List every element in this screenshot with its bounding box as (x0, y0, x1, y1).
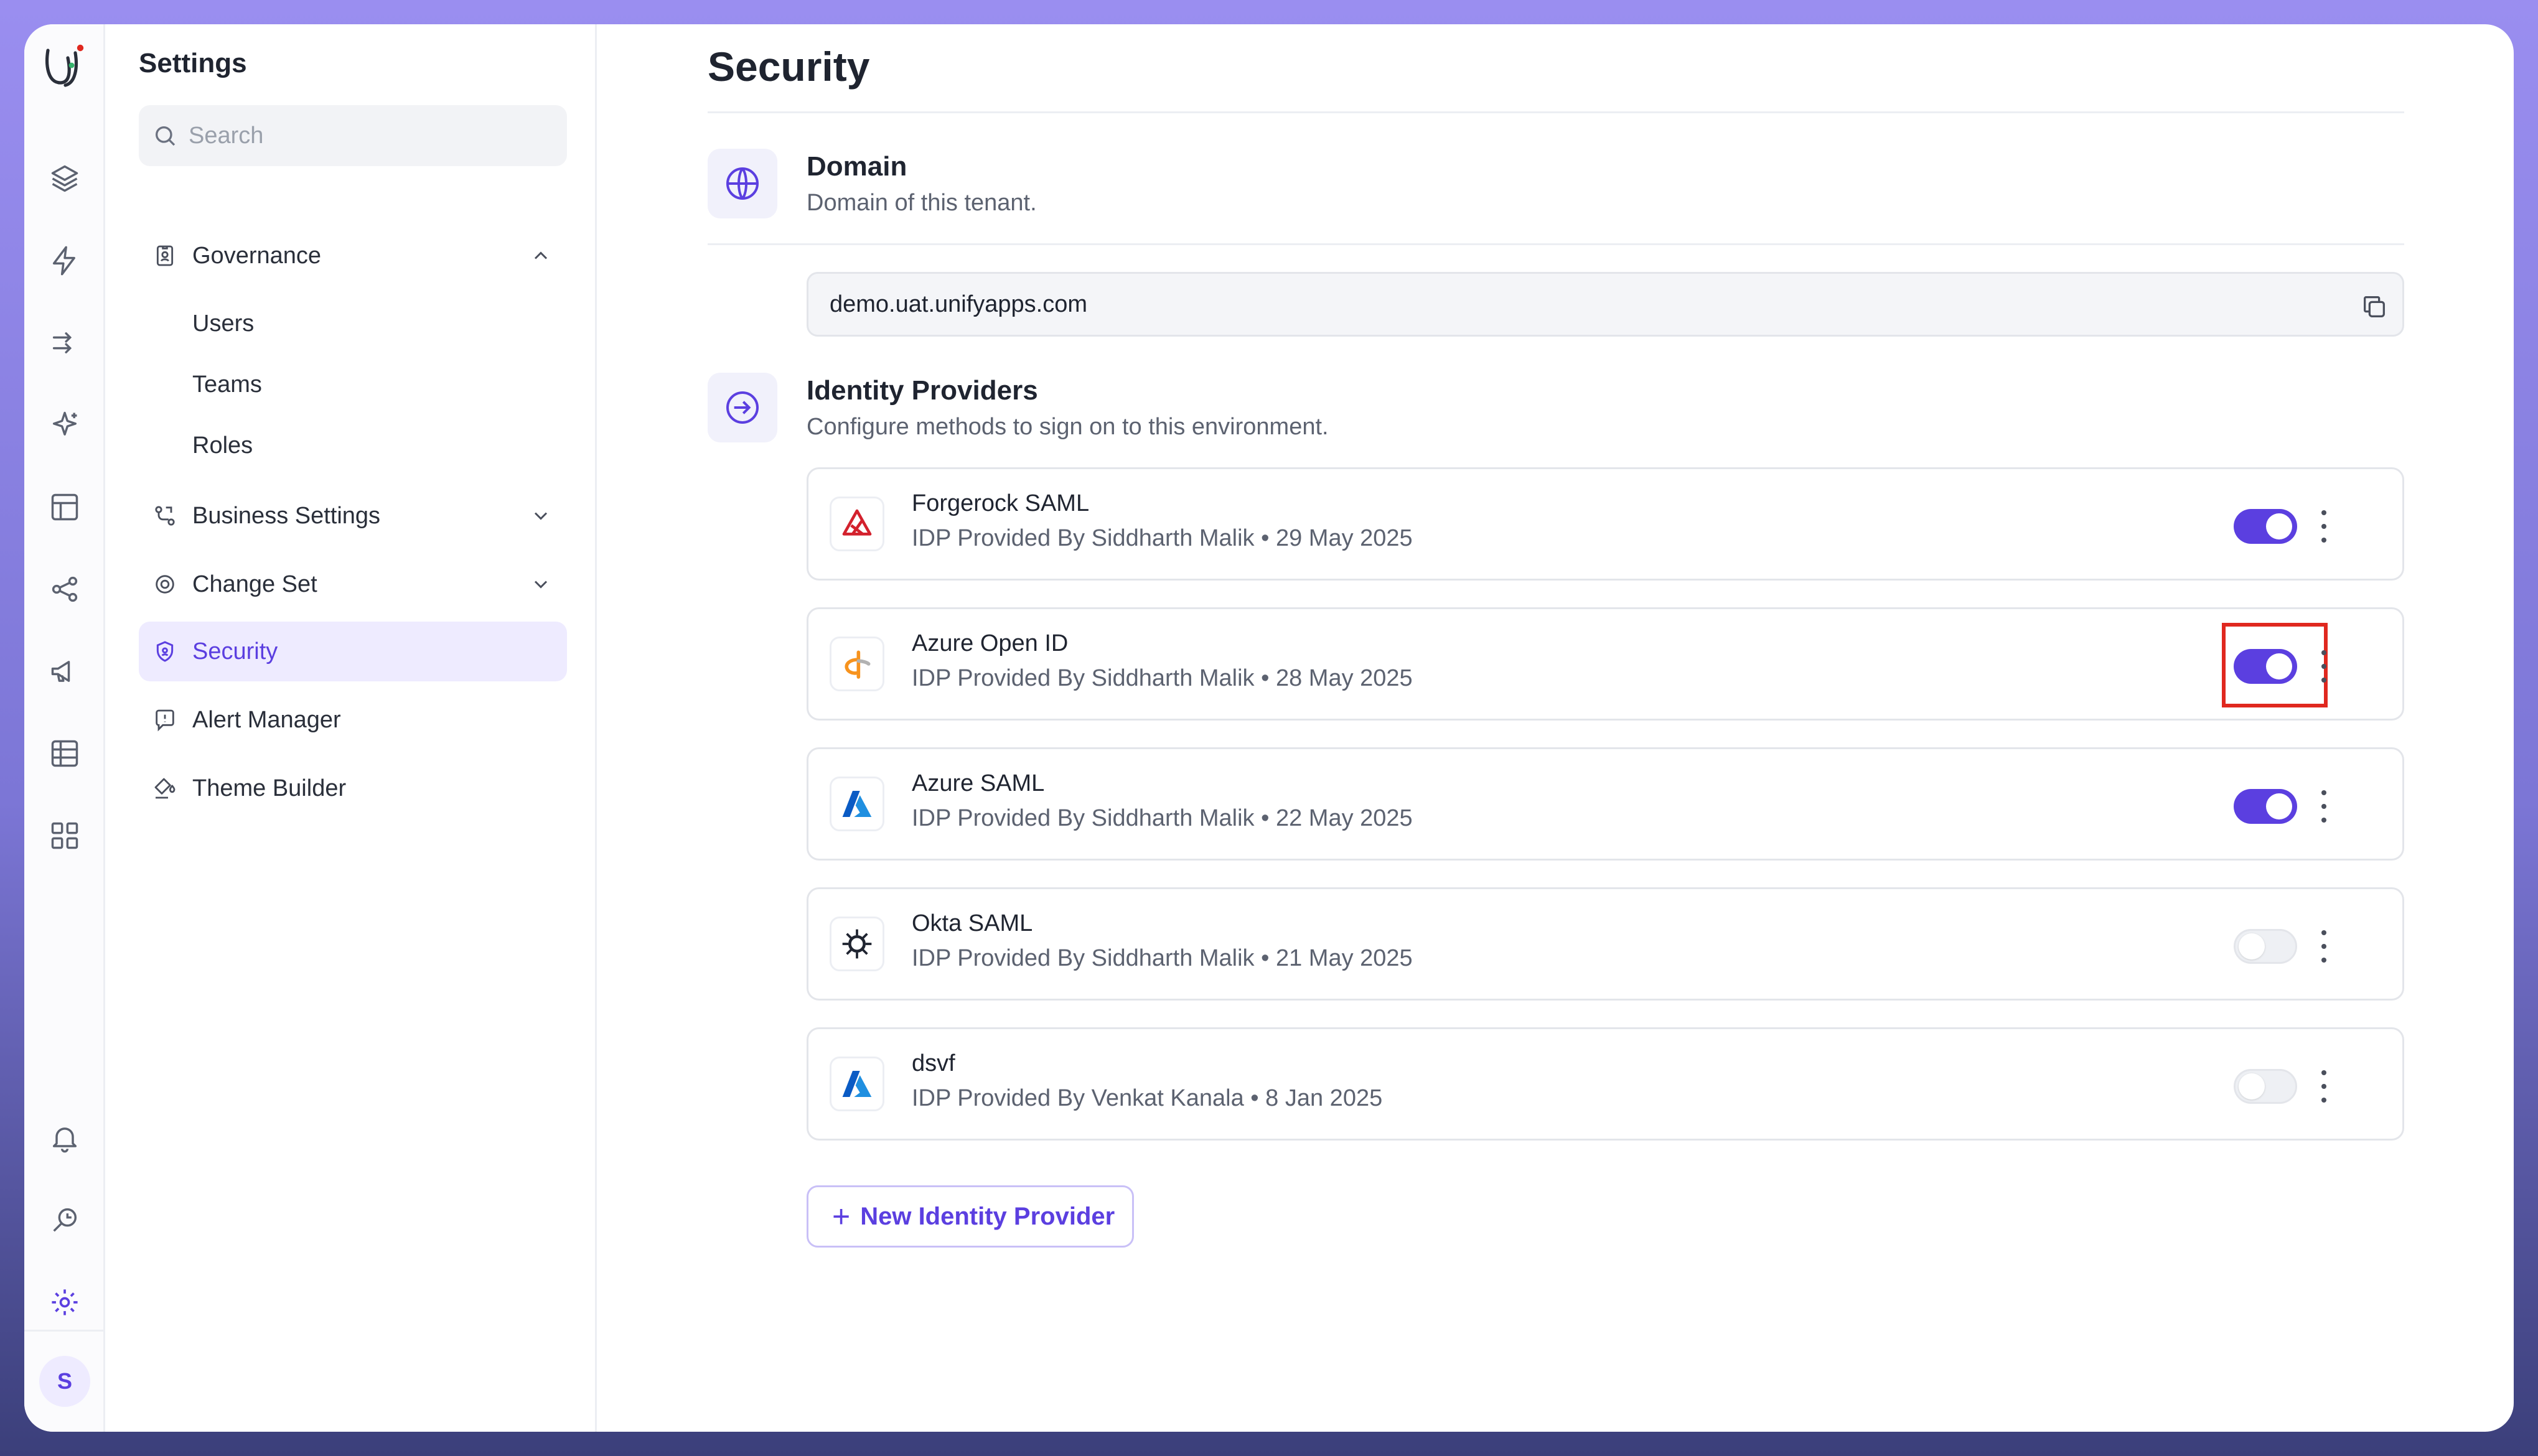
idp-title: Identity Providers (807, 375, 1038, 406)
settings-sidebar: Settings Search Governance Users Teams R… (105, 24, 597, 1432)
sidebar-subitem-teams[interactable]: Teams (192, 371, 262, 398)
provider-name: Forgerock SAML (912, 490, 1090, 516)
list-item: Azure SAML IDP Provided By Siddharth Mal… (807, 747, 2404, 861)
new-identity-provider-label: New Identity Provider (860, 1202, 1115, 1230)
enable-toggle[interactable] (2234, 1069, 2297, 1104)
sidebar-subitem-users[interactable]: Users (192, 310, 254, 337)
sidebar-subitem-roles[interactable]: Roles (192, 432, 253, 459)
domain-value: demo.uat.unifyapps.com (830, 291, 1088, 317)
new-identity-provider-button[interactable]: + New Identity Provider (807, 1185, 1134, 1248)
sidebar-item-label: Security (192, 638, 278, 665)
more-options-icon[interactable] (2318, 1070, 2330, 1103)
plus-icon: + (832, 1199, 851, 1234)
search-help-icon[interactable] (49, 1204, 81, 1236)
icon-rail: S (24, 24, 105, 1432)
badge-icon (156, 245, 174, 266)
list-item: Okta SAML IDP Provided By Siddharth Mali… (807, 887, 2404, 1001)
sidebar-item-label: Business Settings (192, 502, 381, 529)
more-options-icon[interactable] (2318, 790, 2330, 823)
list-item: dsvf IDP Provided By Venkat Kanala • 8 J… (807, 1027, 2404, 1141)
sign-in-icon (708, 373, 777, 442)
more-options-icon[interactable] (2318, 510, 2330, 543)
sidebar-item-label: Change Set (192, 571, 317, 597)
search-placeholder: Search (189, 122, 264, 149)
gear-icon[interactable] (49, 1286, 81, 1318)
title-divider (708, 111, 2404, 113)
lightning-icon[interactable] (49, 245, 81, 277)
azure-logo (830, 777, 884, 831)
bell-icon[interactable] (49, 1122, 81, 1154)
sidebar-item-security[interactable]: Security (139, 622, 567, 681)
provider-name: Azure Open ID (912, 630, 1069, 656)
provider-meta: IDP Provided By Venkat Kanala • 8 Jan 20… (912, 1085, 1383, 1111)
layout-icon[interactable] (49, 491, 81, 523)
sidebar-item-label: Theme Builder (192, 775, 347, 801)
provider-meta: IDP Provided By Siddharth Malik • 22 May… (912, 805, 1413, 831)
target-icon (156, 575, 174, 594)
main-content: Security Domain Domain of this tenant. d… (597, 24, 2514, 1432)
flow-icon[interactable] (49, 327, 81, 359)
sparkle-icon[interactable] (49, 409, 81, 441)
unifyapps-logo[interactable] (33, 35, 98, 100)
enable-toggle[interactable] (2234, 929, 2297, 964)
openid-logo (830, 637, 884, 691)
paint-bucket-icon (154, 778, 176, 799)
search-icon (155, 126, 176, 146)
sidebar-item-governance[interactable]: Governance (139, 226, 567, 286)
domain-description: Domain of this tenant. (807, 190, 1037, 216)
search-input[interactable]: Search (139, 105, 567, 166)
domain-title: Domain (807, 151, 907, 182)
provider-name: Okta SAML (912, 910, 1033, 936)
layers-icon[interactable] (49, 162, 81, 195)
page-title: Security (708, 44, 870, 90)
share-icon[interactable] (49, 573, 81, 605)
enable-toggle[interactable] (2234, 789, 2297, 824)
sidebar-item-theme-builder[interactable]: Theme Builder (139, 758, 567, 818)
more-options-icon[interactable] (2318, 930, 2330, 963)
sidebar-item-label: Alert Manager (192, 706, 341, 733)
domain-field[interactable]: demo.uat.unifyapps.com (807, 272, 2404, 337)
sidebar-item-business-settings[interactable]: Business Settings (139, 486, 567, 546)
enable-toggle[interactable] (2234, 649, 2297, 684)
apps-grid-icon[interactable] (49, 819, 81, 852)
megaphone-icon[interactable] (49, 655, 81, 688)
avatar[interactable]: S (39, 1356, 90, 1407)
branch-icon (155, 506, 175, 526)
sidebar-item-label: Governance (192, 242, 322, 269)
provider-meta: IDP Provided By Siddharth Malik • 28 May… (912, 665, 1413, 691)
sidebar-title: Settings (139, 48, 247, 78)
provider-name: Azure SAML (912, 770, 1045, 796)
forgerock-logo (830, 497, 884, 551)
provider-meta: IDP Provided By Siddharth Malik • 29 May… (912, 525, 1413, 551)
list-item: Forgerock SAML IDP Provided By Siddharth… (807, 467, 2404, 581)
chevron-down-icon (534, 581, 548, 589)
globe-icon (708, 149, 777, 218)
provider-meta: IDP Provided By Siddharth Malik • 21 May… (912, 945, 1413, 971)
chevron-down-icon (534, 512, 548, 520)
rail-divider (24, 1330, 105, 1332)
provider-name: dsvf (912, 1050, 955, 1076)
shield-icon (156, 641, 174, 662)
list-item: Azure Open ID IDP Provided By Siddharth … (807, 607, 2404, 721)
alert-icon (156, 709, 174, 732)
okta-logo (830, 917, 884, 971)
azure-logo (830, 1057, 884, 1111)
sidebar-item-change-set[interactable]: Change Set (139, 554, 567, 614)
copy-icon[interactable] (2360, 292, 2389, 321)
table-icon[interactable] (49, 737, 81, 770)
enable-toggle[interactable] (2234, 509, 2297, 544)
domain-divider (708, 243, 2404, 245)
chevron-up-icon (534, 251, 548, 259)
app-window: S Settings Search Governance Users Teams… (24, 24, 2514, 1432)
idp-description: Configure methods to sign on to this env… (807, 414, 1329, 440)
sidebar-item-alert-manager[interactable]: Alert Manager (139, 690, 567, 750)
more-options-icon[interactable] (2318, 650, 2330, 683)
